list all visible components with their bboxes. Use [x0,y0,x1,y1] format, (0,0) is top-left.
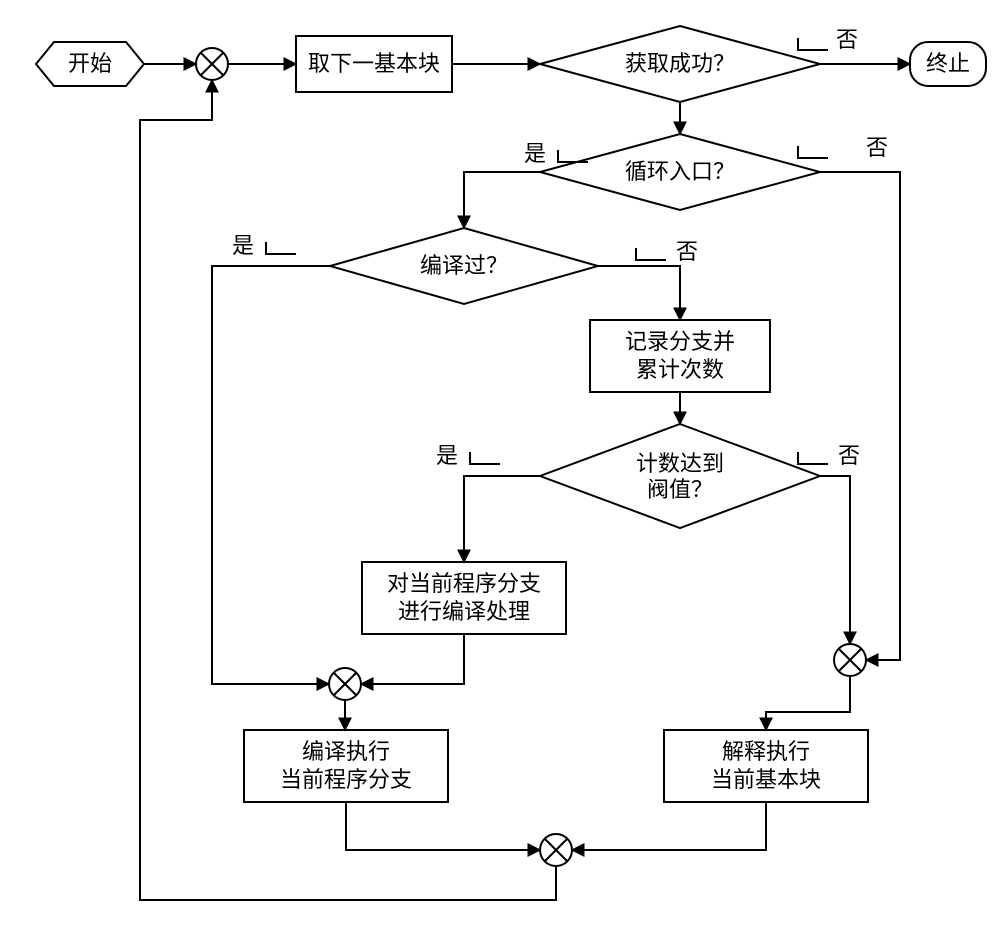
label-threshold-no: 否 [838,443,860,468]
decision-compiled-label: 编译过？ [420,253,508,278]
edge-threshold-no [820,476,850,644]
edge-threshold-yes [464,476,540,562]
exec-compile-l2: 当前程序分支 [280,767,412,792]
tag-threshold-no [798,452,828,464]
connector-compile [329,668,361,700]
label-success-no: 否 [836,27,858,52]
tag-success-no [798,38,828,50]
decision-threshold-l2: 阀值？ [647,477,713,502]
decision-threshold-l1: 计数达到 [636,451,724,476]
start-label: 开始 [68,51,112,76]
exec-interp-node: 解释执行 当前基本块 [664,730,868,802]
compile-label-l2: 进行编译处理 [398,599,530,624]
tag-compiled-no [636,248,666,260]
exec-interp-l1: 解释执行 [722,739,810,764]
fetch-label: 取下一基本块 [308,51,440,76]
decision-loopentry-label: 循环入口？ [625,159,735,184]
decision-threshold: 计数达到 阀值？ [540,424,820,528]
label-success-yes: 是 [524,141,546,166]
end-label: 终止 [926,51,970,76]
edge-execinterp-bottom [572,802,766,850]
decision-success-label: 获取成功？ [625,51,735,76]
label-loopentry-no: 否 [866,135,888,160]
connector-bottom [540,834,572,866]
connector-interp [834,644,866,676]
connector-start [196,48,228,80]
record-label-l1: 记录分支并 [625,329,735,354]
label-threshold-yes: 是 [436,443,458,468]
decision-success: 获取成功？ [540,26,820,102]
edge-loopentry-no [820,172,900,660]
fetch-node: 取下一基本块 [296,36,452,92]
exec-compile-node: 编译执行 当前程序分支 [244,730,448,802]
decision-compiled: 编译过？ [330,228,598,304]
tag-compiled-yes [266,242,296,254]
edge-compiled-yes [212,266,330,684]
compile-node: 对当前程序分支 进行编译处理 [362,562,566,634]
tag-loopentry-no [798,146,828,158]
label-compiled-yes: 是 [232,233,254,258]
label-compiled-no: 否 [676,239,698,264]
edge-loopentry-yes [464,172,540,228]
edge-conn-exec-interp2 [766,676,850,730]
record-node: 记录分支并 累计次数 [590,320,770,392]
record-label-l2: 累计次数 [636,357,724,382]
edge-compiled-no [598,266,680,320]
exec-compile-l1: 编译执行 [302,739,390,764]
decision-loopentry: 循环入口？ [540,134,820,210]
exec-interp-l2: 当前基本块 [711,767,821,792]
edge-compilebox-conn [361,634,464,684]
edge-execcompile-bottom [346,802,540,850]
tag-threshold-yes [470,452,500,464]
start-node: 开始 [36,42,144,86]
end-node: 终止 [910,42,986,86]
compile-label-l1: 对当前程序分支 [387,571,541,596]
